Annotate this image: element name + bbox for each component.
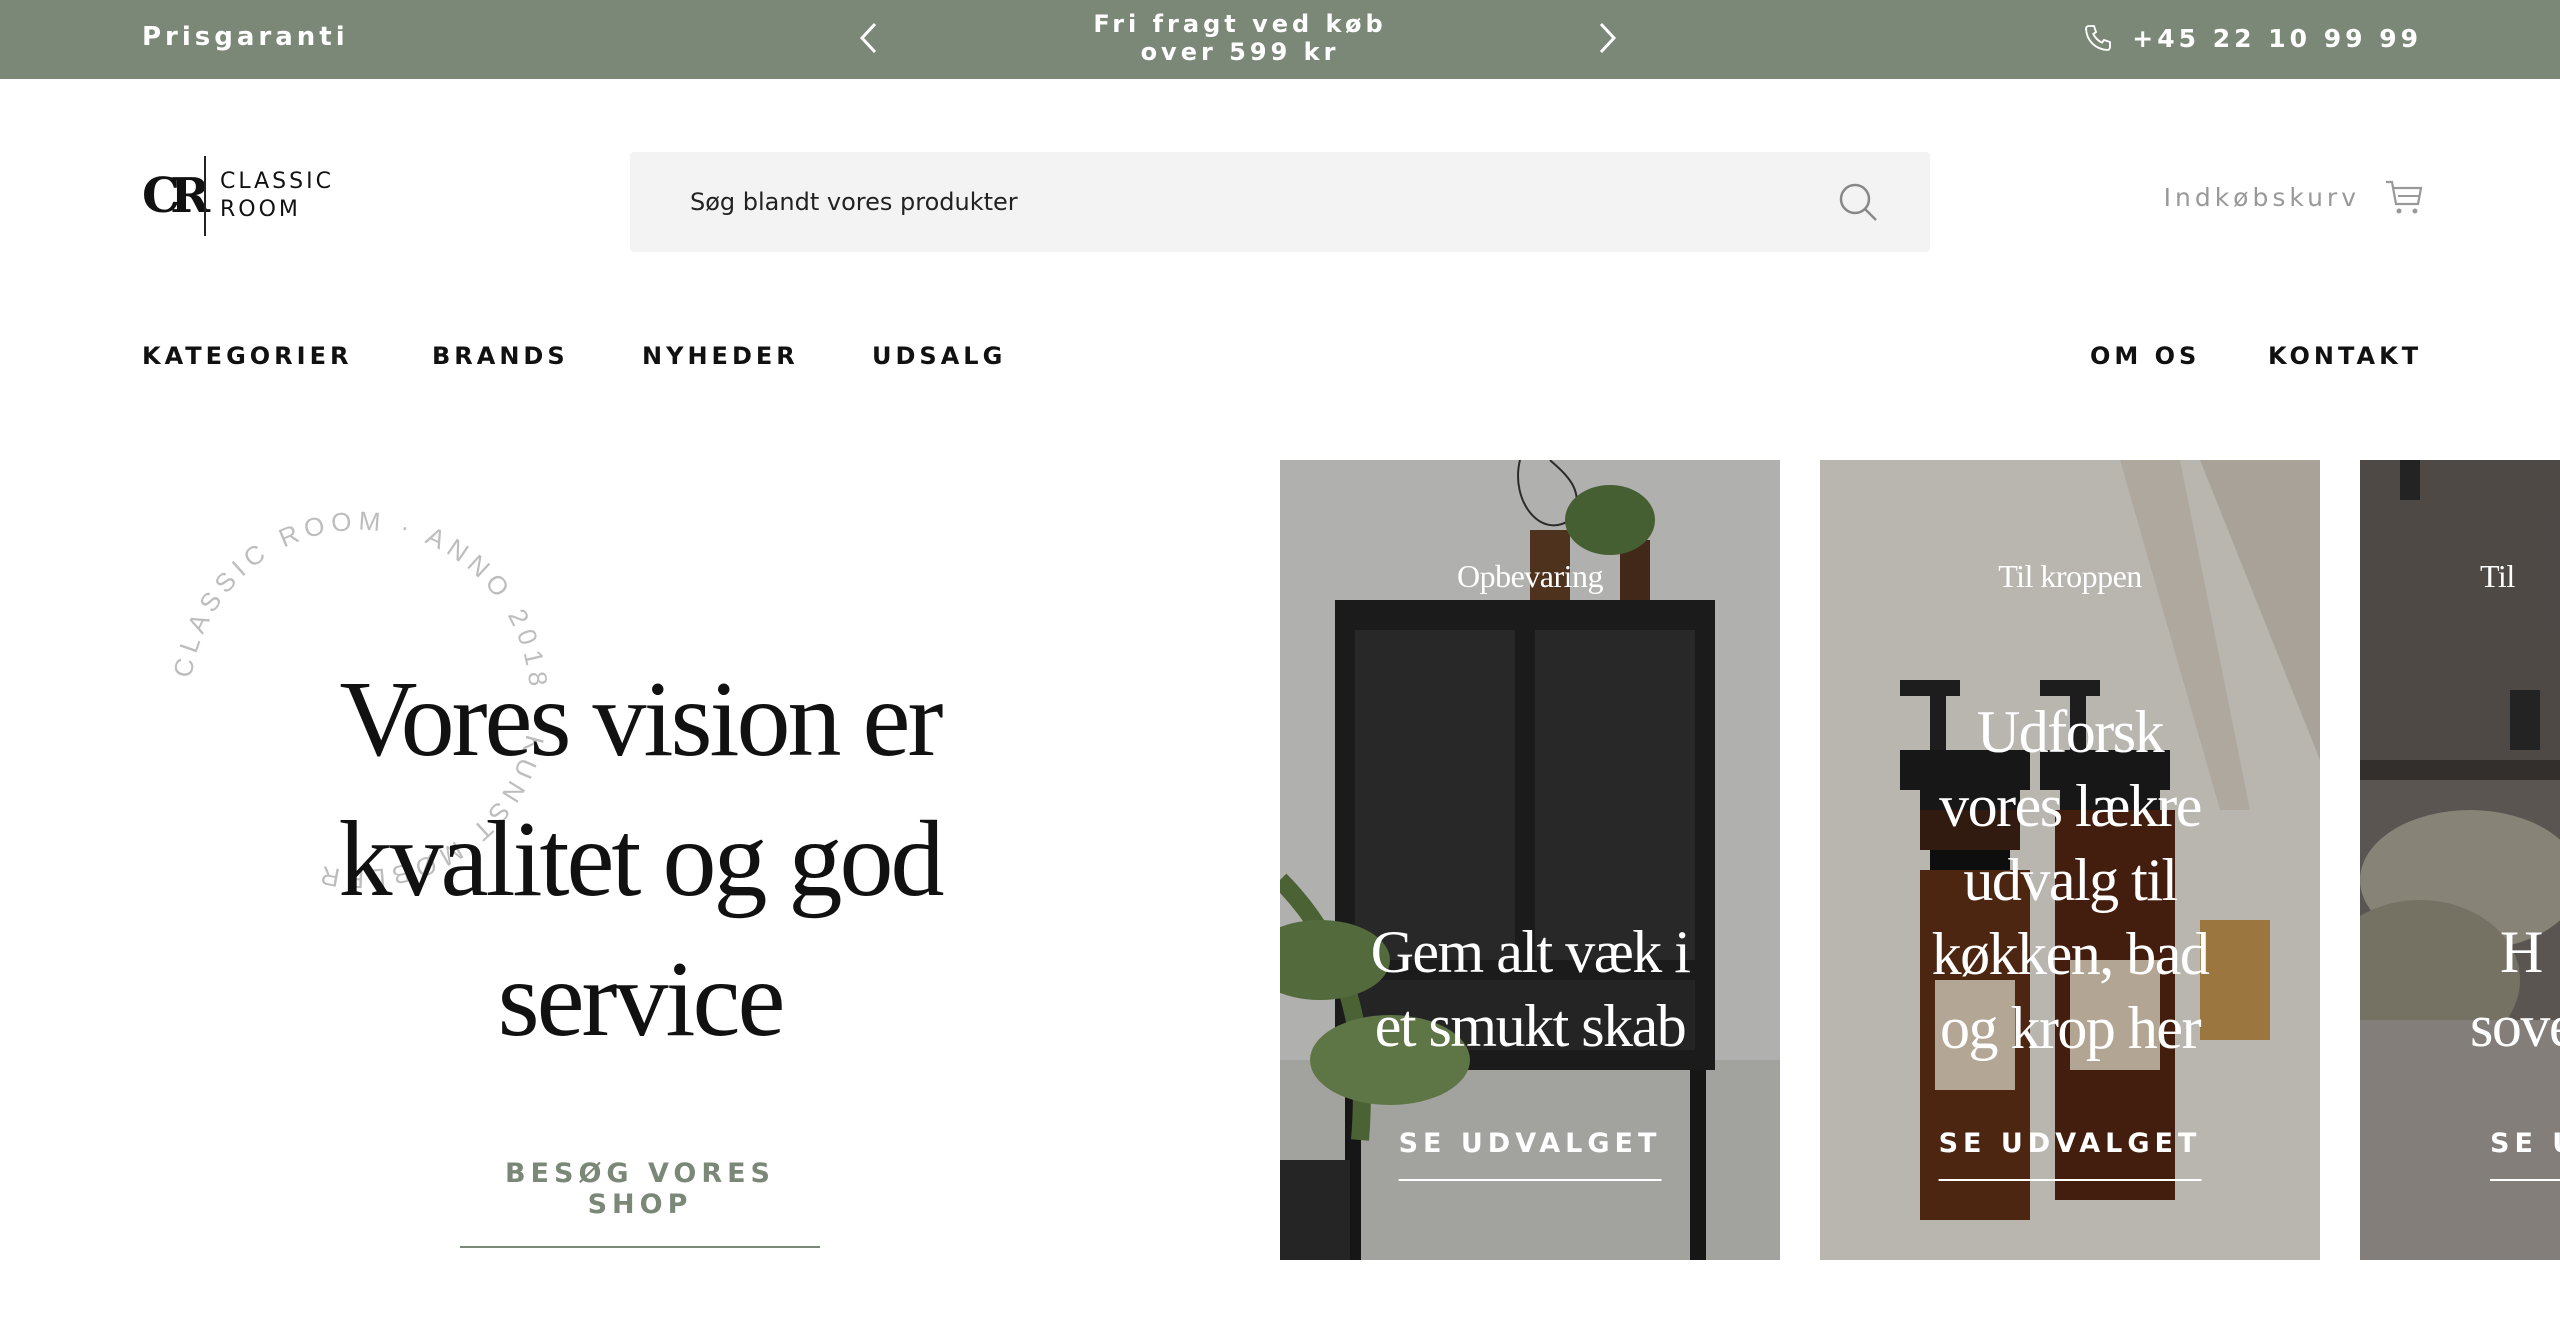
search-button[interactable] xyxy=(1836,180,1880,224)
chevron-left-icon xyxy=(859,22,877,54)
visit-shop-link[interactable]: BESØG VORES SHOP xyxy=(460,1158,820,1248)
card-headline-line-2: sove xyxy=(2470,993,2560,1059)
cart-icon xyxy=(2386,180,2423,214)
card-headline-line-1: H xyxy=(2500,919,2543,985)
hero-title: Vores vision er kvalitet og god service xyxy=(260,650,1020,1070)
card-headline-line-1: Udforsk xyxy=(1976,699,2165,765)
hero-title-line-3: service xyxy=(497,940,786,1059)
top-announcement-bar: Prisgaranti Fri fragt ved køb over 599 k… xyxy=(0,0,2560,79)
card-headline-line-3: udvalg til xyxy=(1963,847,2178,913)
card-category-label: Til kroppen xyxy=(1998,558,2142,594)
nav-om-os[interactable]: OM OS xyxy=(2090,342,2200,370)
category-card-opbevaring[interactable]: Opbevaring Gem alt væk i et smukt skab S… xyxy=(1280,460,1780,1260)
card-headline: Gem alt væk i et smukt skab xyxy=(1320,915,1740,1063)
logo-mark: CR xyxy=(142,168,210,224)
nav-nyheder[interactable]: NYHEDER xyxy=(642,342,799,370)
search-icon xyxy=(1839,183,1877,221)
promo-message: Fri fragt ved køb over 599 kr xyxy=(1040,10,1440,66)
cart-label: Indkøbskurv xyxy=(2163,182,2360,212)
site-logo[interactable]: CR CLASSIC ROOM xyxy=(142,156,334,236)
card-cta-link[interactable]: SE UDVALGET xyxy=(1938,1128,2202,1181)
hero-title-line-2: kvalitet og god xyxy=(338,800,945,919)
promo-next-button[interactable] xyxy=(1590,20,1626,56)
card-headline: Udforsk vores lækre udvalg til køkken, b… xyxy=(1860,695,2280,1065)
phone-contact[interactable]: +45 22 10 99 99 xyxy=(2082,22,2422,54)
card-cta-link[interactable]: SE U xyxy=(2490,1128,2560,1181)
nav-kontakt[interactable]: KONTAKT xyxy=(2268,342,2422,370)
logo-divider xyxy=(204,156,206,236)
category-card-til-kroppen[interactable]: Til kroppen Udforsk vores lækre udvalg t… xyxy=(1820,460,2320,1260)
card-headline-line-2: et smukt skab xyxy=(1374,993,1687,1059)
promo-line-2: over 599 kr xyxy=(1140,38,1340,66)
card-cta-link[interactable]: SE UDVALGET xyxy=(1398,1128,1662,1181)
nav-udsalg[interactable]: UDSALG xyxy=(872,342,1006,370)
card-category-label: Til xyxy=(2480,558,2515,594)
cart-button[interactable]: Indkøbskurv xyxy=(2164,178,2424,216)
category-card-partial[interactable]: Til H sove SE U xyxy=(2360,460,2560,1260)
card-headline-line-2: vores lækre xyxy=(1939,773,2202,839)
search-bar xyxy=(630,152,1930,252)
search-input[interactable] xyxy=(690,177,1770,227)
phone-number: +45 22 10 99 99 xyxy=(2132,23,2422,53)
promo-prev-button[interactable] xyxy=(850,20,886,56)
chevron-right-icon xyxy=(1599,22,1617,54)
price-guarantee-text: Prisgaranti xyxy=(142,22,349,52)
card-headline-line-5: og krop her xyxy=(1939,995,2202,1061)
logo-line-2: ROOM xyxy=(220,197,301,222)
nav-kategorier[interactable]: KATEGORIER xyxy=(142,342,352,370)
card-headline-line-4: køkken, bad xyxy=(1931,921,2210,987)
promo-line-1: Fri fragt ved køb xyxy=(1093,10,1387,38)
card-headline-line-1: Gem alt væk i xyxy=(1370,919,1691,985)
hero-title-line-1: Vores vision er xyxy=(339,660,944,779)
nav-brands[interactable]: BRANDS xyxy=(432,342,569,370)
phone-icon xyxy=(2085,25,2112,51)
logo-line-1: CLASSIC xyxy=(220,169,334,194)
card-category-label: Opbevaring xyxy=(1456,558,1604,594)
logo-wordmark: CLASSIC ROOM xyxy=(220,168,334,224)
card-headline: H sove xyxy=(2470,915,2560,1063)
